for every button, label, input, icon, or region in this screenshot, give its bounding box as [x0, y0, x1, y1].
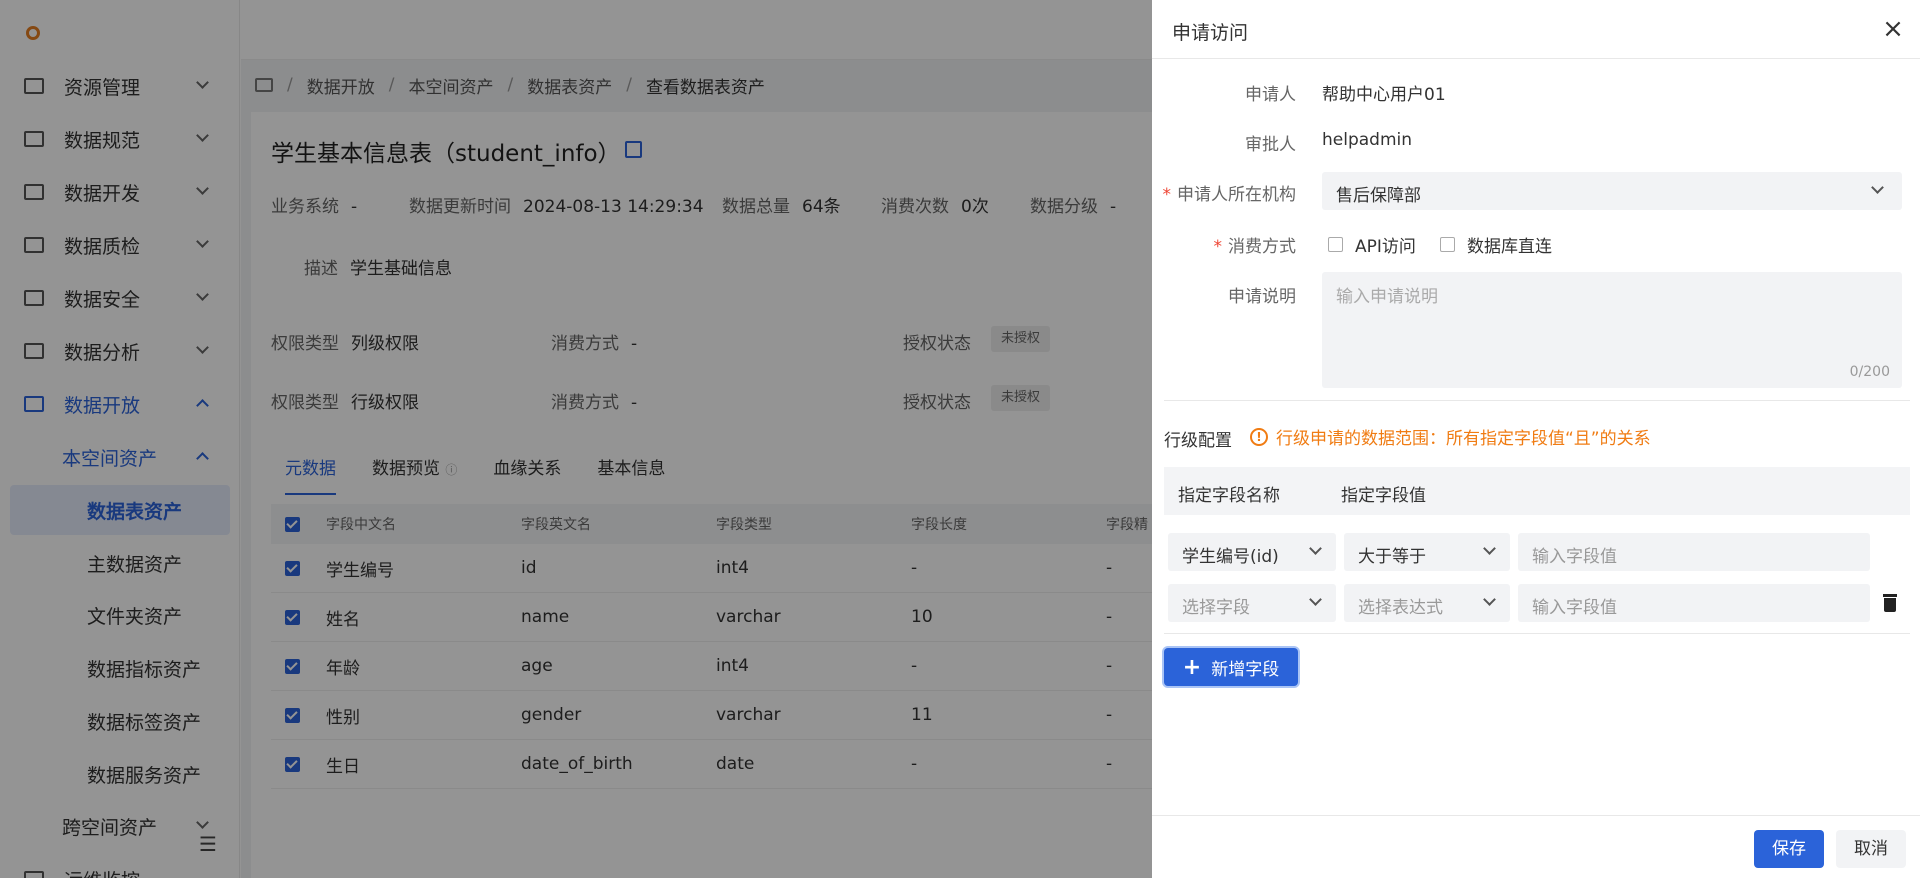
warning-icon: !	[1250, 427, 1268, 446]
drawer-header: 申请访问 ×	[1152, 0, 1920, 59]
row-config-label: 行级配置	[1164, 431, 1232, 451]
save-button[interactable]: 保存	[1754, 830, 1824, 868]
apply-access-drawer: 申请访问 × 申请人 帮助中心用户01 审批人 helpadmin * 申请人所在…	[1152, 0, 1920, 878]
chevron-down-icon	[1309, 593, 1322, 606]
add-field-button[interactable]: + 新增字段	[1164, 648, 1298, 686]
close-icon[interactable]: ×	[1878, 14, 1908, 44]
api-access-checkbox[interactable]: API访问	[1328, 232, 1416, 257]
consume-label: * 消费方式	[1213, 237, 1297, 257]
org-select[interactable]: 售后保障部	[1322, 172, 1902, 210]
char-count: 0/200	[1849, 364, 1890, 380]
expr-select[interactable]: 大于等于	[1344, 533, 1510, 571]
modal-overlay[interactable]	[0, 0, 1152, 878]
desc-label: 申请说明	[1228, 287, 1296, 307]
field-value-input[interactable]: 输入字段值	[1518, 533, 1870, 571]
desc-textarea[interactable]: 输入申请说明 0/200	[1322, 272, 1902, 388]
field-select[interactable]: 选择字段	[1168, 584, 1336, 622]
applicant-value: 帮助中心用户01	[1322, 85, 1446, 105]
chevron-down-icon	[1483, 593, 1496, 606]
config-table-header: 指定字段名称 指定字段值	[1164, 467, 1910, 515]
field-value-input[interactable]: 输入字段值	[1518, 584, 1870, 622]
applicant-label: 申请人	[1245, 85, 1296, 105]
trash-icon[interactable]	[1882, 594, 1898, 612]
chevron-down-icon	[1309, 542, 1322, 555]
approver-value: helpadmin	[1322, 130, 1413, 150]
drawer-title: 申请访问	[1172, 22, 1249, 44]
approver-label: 审批人	[1245, 135, 1296, 155]
expr-select[interactable]: 选择表达式	[1344, 584, 1510, 622]
plus-icon: +	[1182, 654, 1202, 680]
chevron-down-icon	[1871, 181, 1884, 194]
db-direct-checkbox[interactable]: 数据库直连	[1440, 232, 1552, 257]
org-label: * 申请人所在机构	[1162, 185, 1297, 205]
field-select[interactable]: 学生编号(id)	[1168, 533, 1336, 571]
row-config-warning: ! 行级申请的数据范围：所有指定字段值“且”的关系	[1250, 424, 1651, 449]
chevron-down-icon	[1483, 542, 1496, 555]
drawer-footer: 保存 取消	[1152, 815, 1920, 878]
cancel-button[interactable]: 取消	[1836, 830, 1906, 868]
